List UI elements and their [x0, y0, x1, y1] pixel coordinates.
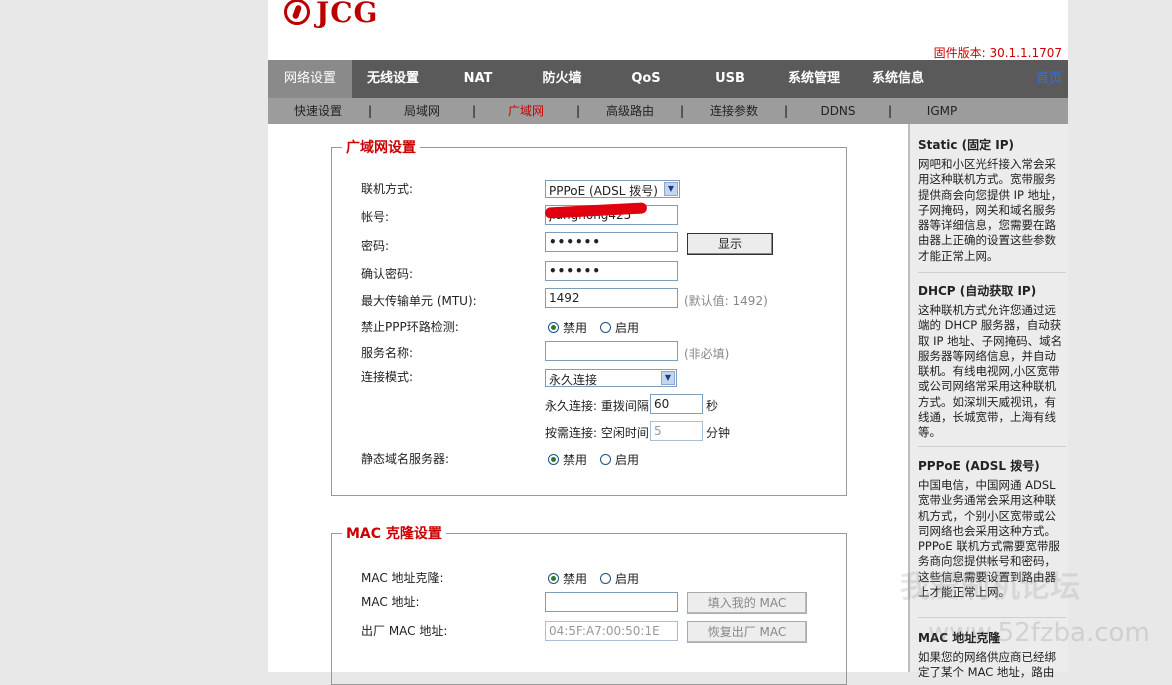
divider [918, 272, 1066, 273]
mac-clone-disable-radio[interactable]: 禁用 [548, 570, 587, 587]
radio-label: 启用 [615, 572, 640, 586]
mtu-input[interactable] [545, 288, 678, 308]
sub-nav-separator: | [576, 104, 581, 118]
watermark-url: www.52fzba.com [928, 618, 1150, 648]
sub-nav: 快速设置 | 局域网 | 广域网 | 高级路由 | 连接参数 | DDNS | … [268, 98, 1068, 124]
logo-text: JCG [316, 0, 379, 29]
conn-mode-select[interactable]: 永久连接 ▼ [545, 369, 677, 387]
account-label: 帐号: [361, 210, 390, 224]
wan-settings-title: 广域网设置 [342, 137, 420, 157]
mac-address-label: MAC 地址: [361, 595, 420, 609]
subtab-quick-setup[interactable]: 快速设置 [282, 98, 354, 124]
ppp-loop-label: 禁止PPP环路检测: [361, 320, 459, 334]
service-name-label: 服务名称: [361, 346, 414, 360]
confirm-password-label: 确认密码: [361, 267, 414, 281]
idle-time-label: 按需连接: 空闲时间 [545, 426, 649, 440]
radio-label: 禁用 [563, 572, 588, 586]
chevron-down-icon: ▼ [664, 182, 678, 196]
static-dns-label: 静态域名服务器: [361, 452, 450, 466]
jcg-logo: JCG [284, 0, 378, 30]
redial-interval-label: 永久连接: 重拨间隔 [545, 399, 649, 413]
chevron-down-icon: ▼ [661, 371, 675, 385]
tab-network-settings[interactable]: 网络设置 [268, 60, 352, 98]
conn-mode-label: 连接模式: [361, 370, 414, 384]
sub-nav-separator: | [680, 104, 685, 118]
restore-factory-mac-button[interactable]: 恢复出厂 MAC [687, 621, 807, 643]
ppp-loop-enable-radio[interactable]: 启用 [600, 319, 639, 336]
help-static: Static (固定 IP) 网吧和小区光纤接入常会采用这种联机方式。宽带服务提… [918, 136, 1064, 264]
subtab-advanced-routing[interactable]: 高级路由 [594, 98, 666, 124]
help-title: PPPoE (ADSL 拨号) [918, 459, 1040, 473]
divider [918, 446, 1066, 447]
radio-checked-icon [548, 322, 559, 333]
tab-system-info[interactable]: 系统信息 [858, 60, 938, 98]
help-dhcp: DHCP (自动获取 IP) 这种联机方式允许您通过远端的 DHCP 服务器，自… [918, 282, 1064, 441]
conn-type-label: 联机方式: [361, 182, 414, 196]
subtab-lan[interactable]: 局域网 [386, 98, 458, 124]
conn-type-select[interactable]: PPPoE (ADSL 拨号) ▼ [545, 180, 680, 198]
tab-firewall[interactable]: 防火墙 [522, 60, 602, 98]
tab-system-management[interactable]: 系统管理 [774, 60, 854, 98]
redial-interval-unit: 秒 [706, 399, 719, 413]
conn-type-value: PPPoE (ADSL 拨号) [549, 184, 658, 198]
mac-clone-label: MAC 地址克隆: [361, 571, 444, 585]
radio-unchecked-icon [600, 454, 611, 465]
idle-time-input[interactable] [650, 421, 703, 441]
service-name-input[interactable] [545, 341, 678, 361]
ppp-loop-disable-radio[interactable]: 禁用 [548, 319, 587, 336]
radio-unchecked-icon [600, 573, 611, 584]
tab-qos[interactable]: QoS [606, 60, 686, 98]
logo-mark-icon [284, 0, 310, 25]
service-name-hint: (非必填) [684, 347, 730, 361]
mtu-label: 最大传输单元 (MTU): [361, 294, 477, 308]
password-input[interactable]: •••••• [545, 232, 678, 252]
help-title: DHCP (自动获取 IP) [918, 284, 1037, 298]
sub-nav-separator: | [784, 104, 789, 118]
radio-checked-icon [548, 454, 559, 465]
static-dns-disable-radio[interactable]: 禁用 [548, 451, 587, 468]
watermark-text: 我爱刷机论坛 [900, 570, 1080, 605]
radio-label: 启用 [615, 321, 640, 335]
help-title: Static (固定 IP) [918, 138, 1015, 152]
radio-label: 禁用 [563, 321, 588, 335]
main-nav: 网络设置 无线设置 NAT 防火墙 QoS USB 系统管理 系统信息 首页 [268, 60, 1068, 98]
subtab-wan[interactable]: 广域网 [490, 98, 562, 124]
help-text: 网吧和小区光纤接入常会采用这种联机方式。宽带服务提供商会向您提供 IP 地址，子… [918, 157, 1063, 263]
radio-unchecked-icon [600, 322, 611, 333]
confirm-password-input[interactable]: •••••• [545, 261, 678, 281]
fill-my-mac-button[interactable]: 填入我的 MAC [687, 592, 807, 614]
redial-interval-input[interactable] [650, 394, 703, 414]
radio-label: 启用 [615, 453, 640, 467]
tab-wireless[interactable]: 无线设置 [352, 60, 434, 98]
subtab-connection-params[interactable]: 连接参数 [698, 98, 770, 124]
password-label: 密码: [361, 239, 390, 253]
sub-nav-separator: | [888, 104, 893, 118]
subtab-ddns[interactable]: DDNS [802, 98, 874, 124]
home-link[interactable]: 首页 [1030, 60, 1068, 98]
static-dns-enable-radio[interactable]: 启用 [600, 451, 639, 468]
sub-nav-separator: | [368, 104, 373, 118]
radio-label: 禁用 [563, 453, 588, 467]
factory-mac-input [545, 621, 678, 641]
conn-mode-value: 永久连接 [549, 373, 598, 387]
idle-time-unit: 分钟 [706, 426, 731, 440]
mac-clone-title: MAC 克隆设置 [342, 523, 446, 543]
radio-checked-icon [548, 573, 559, 584]
mac-address-input[interactable] [545, 592, 678, 612]
show-password-button[interactable]: 显示 [687, 233, 773, 255]
sub-nav-separator: | [472, 104, 477, 118]
factory-mac-label: 出厂 MAC 地址: [361, 624, 448, 638]
subtab-igmp[interactable]: IGMP [906, 98, 978, 124]
help-text: 如果您的网络供应商已经绑定了某个 MAC 地址，路由 [918, 650, 1056, 680]
help-text: 这种联机方式允许您通过远端的 DHCP 服务器，自动获取 IP 地址、子网掩码、… [918, 303, 1063, 440]
mac-clone-enable-radio[interactable]: 启用 [600, 570, 639, 587]
mtu-hint: (默认值: 1492) [684, 294, 768, 308]
tab-usb[interactable]: USB [690, 60, 770, 98]
firmware-version: 固件版本: 30.1.1.1707 [933, 46, 1062, 60]
tab-nat[interactable]: NAT [438, 60, 518, 98]
